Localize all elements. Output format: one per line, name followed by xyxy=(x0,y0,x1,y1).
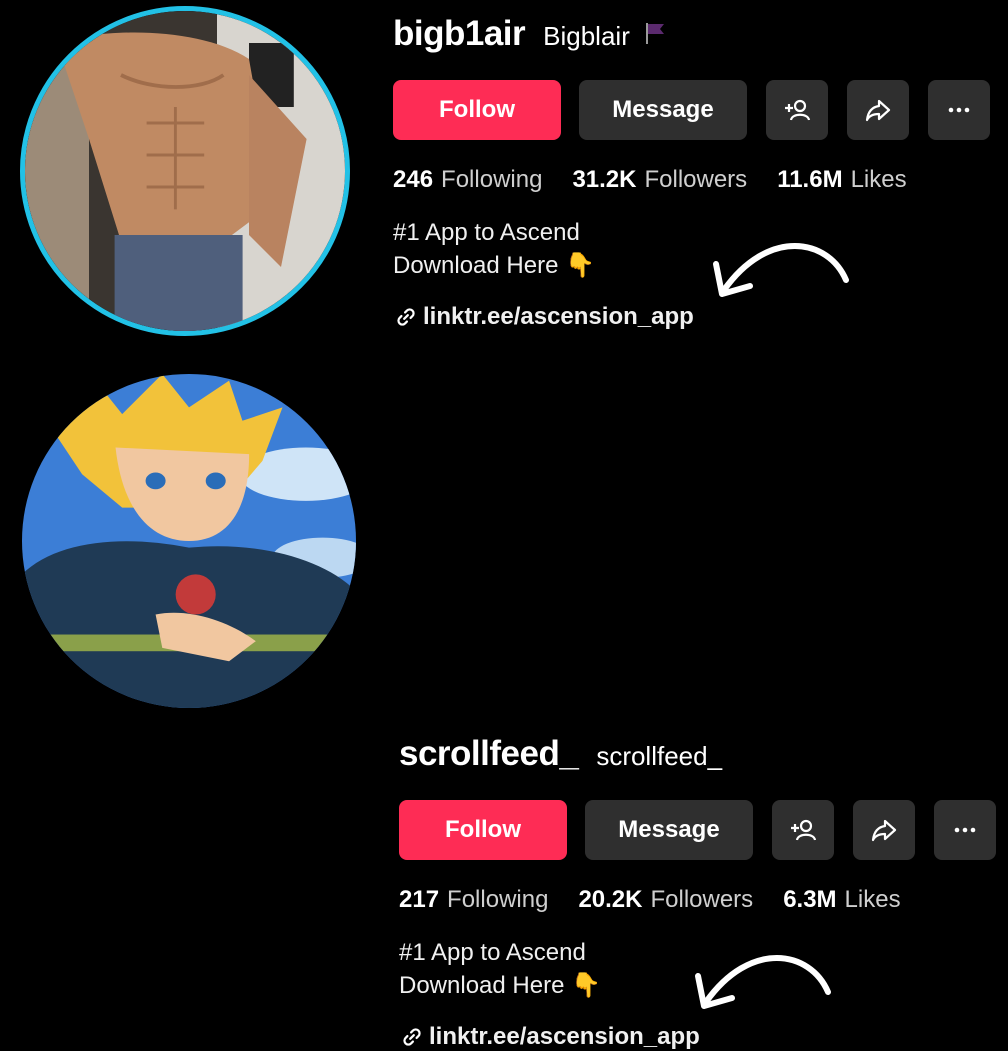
more-icon xyxy=(948,107,970,113)
likes-count: 11.6M xyxy=(777,166,843,193)
share-icon xyxy=(865,99,891,122)
followers-label: Followers xyxy=(644,166,748,193)
bio-link-text[interactable]: linktr.ee/ascension_app xyxy=(423,303,694,331)
suggested-accounts-button[interactable] xyxy=(772,800,834,860)
following-label: Following xyxy=(447,886,549,913)
followers-stat[interactable]: 20.2K Followers xyxy=(578,886,753,914)
followers-label: Followers xyxy=(650,886,754,913)
likes-count: 6.3M xyxy=(783,886,837,913)
followers-count: 31.2K xyxy=(572,166,637,193)
followers-count: 20.2K xyxy=(578,886,643,913)
profile-stats: 246 Following 31.2K Followers 11.6M Likes xyxy=(393,166,907,194)
name-row: scrollfeed_ scrollfeed_ xyxy=(399,734,722,774)
curved-arrow-icon xyxy=(695,955,831,1009)
following-label: Following xyxy=(441,166,543,193)
following-stat[interactable]: 217 Following xyxy=(399,886,548,914)
action-buttons: Follow Message xyxy=(393,80,990,140)
likes-label: Likes xyxy=(844,886,901,913)
more-icon xyxy=(954,827,976,833)
message-button[interactable]: Message xyxy=(585,800,753,860)
following-count: 217 xyxy=(399,886,440,913)
bio-line: #1 App to Ascend xyxy=(393,219,580,246)
nickname: scrollfeed_ xyxy=(596,741,723,771)
bio-link-text[interactable]: linktr.ee/ascension_app xyxy=(429,1023,700,1051)
more-options-button[interactable] xyxy=(928,80,990,140)
follow-button[interactable]: Follow xyxy=(393,80,561,140)
add-friend-icon xyxy=(791,819,817,841)
likes-stat: 6.3M Likes xyxy=(783,886,900,914)
bio-line: Download Here 👇 xyxy=(399,972,601,999)
purple-flag-icon xyxy=(644,21,666,52)
name-row: bigb1air Bigblair xyxy=(393,14,666,54)
bio-line: #1 App to Ascend xyxy=(399,939,586,966)
likes-stat: 11.6M Likes xyxy=(777,166,906,194)
avatar-image xyxy=(22,374,356,708)
link-icon xyxy=(397,308,415,326)
share-icon xyxy=(871,819,897,842)
suggested-accounts-button[interactable] xyxy=(766,80,828,140)
bio-line: Download Here 👇 xyxy=(393,252,595,279)
share-button[interactable] xyxy=(853,800,915,860)
more-options-button[interactable] xyxy=(934,800,996,860)
following-count: 246 xyxy=(393,166,434,193)
bio: #1 App to Ascend Download Here 👇 xyxy=(399,936,601,1002)
avatar-image xyxy=(25,11,345,331)
username: bigb1air xyxy=(393,14,526,53)
curved-arrow-icon xyxy=(713,243,849,297)
profile-card-bigb1air: bigb1air Bigblair Follow Message 246 Foll… xyxy=(0,0,1008,356)
bio-link[interactable]: linktr.ee/ascension_app xyxy=(395,303,694,331)
avatar[interactable] xyxy=(20,6,350,336)
share-button[interactable] xyxy=(847,80,909,140)
profile-card-scrollfeed: scrollfeed_ scrollfeed_ Follow Message 2… xyxy=(0,356,1008,1050)
avatar[interactable] xyxy=(22,374,356,708)
action-buttons: Follow Message xyxy=(399,800,996,860)
nickname: Bigblair xyxy=(543,21,630,51)
following-stat[interactable]: 246 Following xyxy=(393,166,542,194)
profile-stats: 217 Following 20.2K Followers 6.3M Likes xyxy=(399,886,901,914)
link-icon xyxy=(403,1028,421,1046)
username: scrollfeed_ xyxy=(399,734,579,773)
bio: #1 App to Ascend Download Here 👇 xyxy=(393,216,595,282)
add-friend-icon xyxy=(785,99,811,121)
likes-label: Likes xyxy=(850,166,907,193)
followers-stat[interactable]: 31.2K Followers xyxy=(572,166,747,194)
bio-link[interactable]: linktr.ee/ascension_app xyxy=(401,1023,700,1051)
follow-button[interactable]: Follow xyxy=(399,800,567,860)
message-button[interactable]: Message xyxy=(579,80,747,140)
